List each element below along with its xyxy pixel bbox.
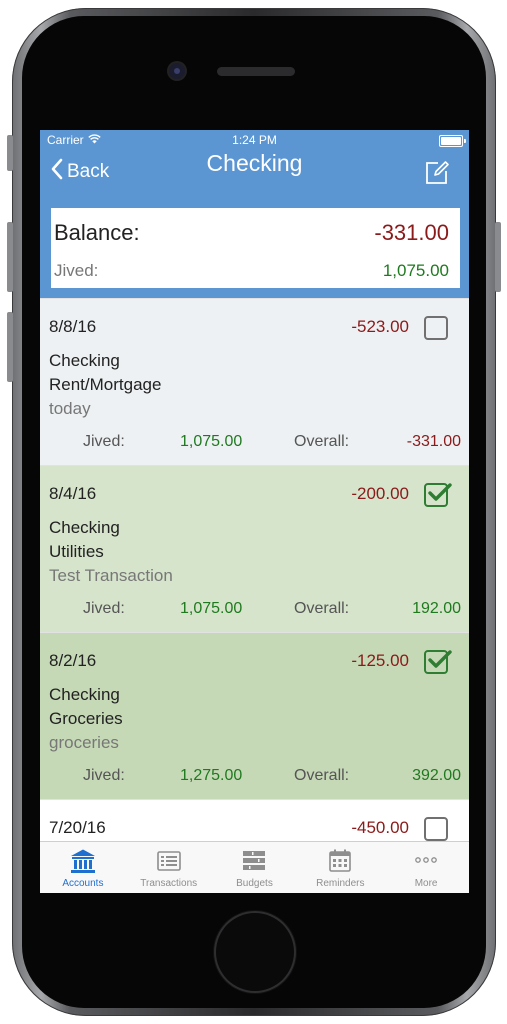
transaction-amount: -450.00: [351, 818, 409, 837]
volume-down-button: [7, 312, 13, 382]
transaction-memo: Test Transaction: [49, 566, 173, 585]
checkmark-icon: [428, 650, 452, 668]
tab-accounts[interactable]: Accounts: [40, 842, 126, 893]
jived-label: Jived:: [54, 261, 99, 280]
transaction-date: 8/8/16: [49, 317, 97, 336]
more-dots-icon: [412, 848, 440, 874]
row-overall-label: Overall:: [294, 767, 350, 784]
transaction-account: Checking: [49, 351, 120, 370]
transaction-amount: -523.00: [351, 317, 409, 336]
row-jived-value: 1,075.00: [180, 433, 243, 450]
row-jived-label: Jived:: [83, 600, 125, 617]
tab-bar: Accounts Transactions Budgets Reminders …: [40, 841, 469, 893]
row-jived-value: 1,075.00: [180, 600, 243, 617]
transaction-account: Checking: [49, 685, 120, 704]
row-overall-value: -331.00: [406, 433, 461, 450]
compose-button[interactable]: [423, 158, 451, 186]
transaction-category: Groceries: [49, 709, 123, 728]
jive-checkbox[interactable]: [424, 316, 448, 340]
row-overall-value: 392.00: [412, 767, 461, 784]
balance-card: Balance: -331.00 Jived: 1,075.00: [51, 208, 460, 288]
status-time: 1:24 PM: [232, 133, 277, 147]
transaction-row[interactable]: 8/8/16 -523.00 Checking Rent/Mortgage to…: [40, 298, 469, 465]
jive-checkbox[interactable]: [424, 483, 452, 507]
transaction-row[interactable]: 8/4/16 -200.00 Checking Utilities Test T…: [40, 465, 469, 632]
transaction-memo: groceries: [49, 733, 119, 752]
mute-switch: [7, 135, 13, 171]
tab-budgets[interactable]: Budgets: [212, 842, 298, 893]
transaction-row[interactable]: 8/2/16 -125.00 Checking Groceries grocer…: [40, 632, 469, 799]
tab-label: Reminders: [316, 878, 365, 889]
row-overall-label: Overall:: [294, 600, 350, 617]
tab-label: Transactions: [140, 878, 198, 889]
row-jived-label: Jived:: [83, 767, 125, 784]
tab-transactions[interactable]: Transactions: [126, 842, 212, 893]
compose-icon: [423, 161, 451, 190]
home-button[interactable]: [216, 913, 294, 991]
transaction-date: 8/2/16: [49, 651, 97, 670]
tab-label: Accounts: [62, 878, 104, 889]
transaction-memo: today: [49, 399, 91, 418]
checkmark-icon: [428, 483, 452, 501]
tab-label: Budgets: [236, 878, 273, 889]
page-title: Checking: [206, 150, 303, 176]
balance-label: Balance:: [54, 220, 140, 245]
navigation-bar: Back Checking: [40, 150, 469, 194]
row-jived-value: 1,275.00: [180, 767, 243, 784]
bank-icon: [69, 848, 97, 874]
transaction-amount: -125.00: [351, 651, 409, 670]
calendar-icon: [326, 848, 354, 874]
tab-label: More: [414, 878, 438, 889]
row-overall-value: 192.00: [412, 600, 461, 617]
transaction-category: Rent/Mortgage: [49, 375, 162, 394]
balance-value: -331.00: [374, 220, 449, 245]
list-icon: [155, 848, 183, 874]
tab-reminders[interactable]: Reminders: [297, 842, 383, 893]
transaction-date: 7/20/16: [49, 818, 106, 837]
transaction-date: 8/4/16: [49, 484, 97, 503]
transaction-category: Utilities: [49, 542, 104, 561]
status-bar: Carrier 1:24 PM: [40, 130, 469, 150]
earpiece-speaker: [217, 67, 295, 76]
power-button: [495, 222, 501, 292]
jive-checkbox[interactable]: [424, 650, 452, 674]
volume-up-button: [7, 222, 13, 292]
jive-checkbox[interactable]: [424, 817, 448, 841]
battery-icon: [439, 135, 466, 147]
jived-value: 1,075.00: [382, 261, 449, 280]
row-jived-label: Jived:: [83, 433, 125, 450]
tab-more[interactable]: More: [383, 842, 469, 893]
budget-stack-icon: [240, 848, 268, 874]
front-camera: [169, 63, 185, 79]
app-screen: Carrier 1:24 PM Back Checking Balance: -…: [40, 130, 469, 893]
transaction-amount: -200.00: [351, 484, 409, 503]
row-overall-label: Overall:: [294, 433, 350, 450]
transaction-account: Checking: [49, 518, 120, 537]
balance-header: Balance: -331.00 Jived: 1,075.00: [40, 194, 469, 298]
transaction-list: 8/8/16 -523.00 Checking Rent/Mortgage to…: [40, 298, 469, 893]
